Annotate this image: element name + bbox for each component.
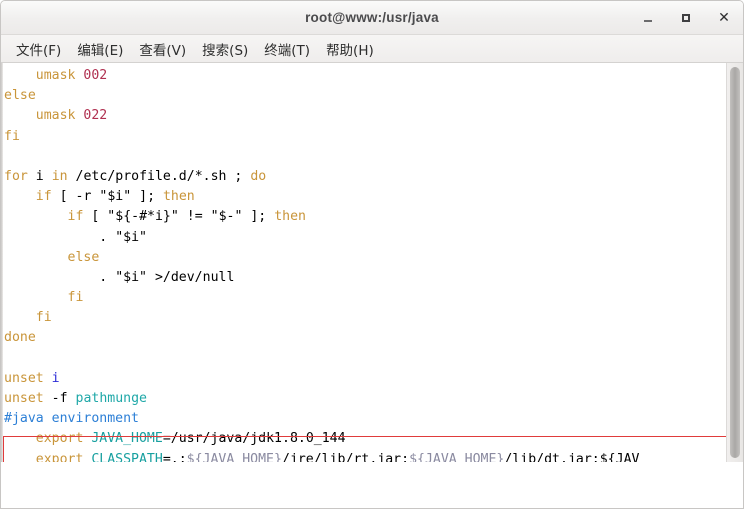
minimize-icon [644, 20, 652, 22]
menu-terminal[interactable]: 终端(T) [256, 37, 318, 61]
menu-bar: 文件(F) 编辑(E) 查看(V) 搜索(S) 终端(T) 帮助(H) [1, 35, 743, 63]
terminal-line: export CLASSPATH=.:${JAVA_HOME}/jre/lib/… [3, 450, 726, 462]
terminal-line: export JAVA_HOME=/usr/java/jdk1.8.0_144 [3, 429, 726, 449]
terminal-text-area[interactable]: umask 002else umask 022fi for i in /etc/… [3, 63, 726, 462]
terminal-scrollbar[interactable] [726, 63, 743, 462]
terminal-line: . "$i" >/dev/null [3, 268, 726, 288]
terminal-line: umask 002 [3, 66, 726, 86]
title-bar: root@www:/usr/java ✕ [1, 1, 743, 35]
menu-search[interactable]: 搜索(S) [194, 37, 256, 61]
terminal-line: if [ -r "$i" ]; then [3, 187, 726, 207]
menu-edit[interactable]: 编辑(E) [69, 37, 131, 61]
terminal-line: if [ "${-#*i}" != "$-" ]; then [3, 207, 726, 227]
terminal-window: root@www:/usr/java ✕ 文件(F) 编辑(E) 查看(V) 搜… [0, 0, 744, 509]
terminal-area[interactable]: umask 002else umask 022fi for i in /etc/… [1, 63, 743, 462]
terminal-line: else [3, 248, 726, 268]
terminal-line: done [3, 328, 726, 348]
terminal-line: unset -f pathmunge [3, 389, 726, 409]
terminal-line: #java environment [3, 409, 726, 429]
terminal-line: fi [3, 308, 726, 328]
status-bar: 进入 Ex 模式。输入 "visual" 回到正常模式。 : qw! [1, 462, 743, 508]
close-button[interactable]: ✕ [713, 7, 735, 29]
terminal-line: for i in /etc/profile.d/*.sh ; do [3, 167, 726, 187]
terminal-line: fi [3, 127, 726, 147]
terminal-line [3, 349, 726, 369]
terminal-line: unset i [3, 369, 726, 389]
window-controls: ✕ [637, 1, 735, 34]
terminal-line: umask 022 [3, 106, 726, 126]
maximize-button[interactable] [675, 7, 697, 29]
terminal-line: . "$i" [3, 228, 726, 248]
menu-view[interactable]: 查看(V) [131, 37, 194, 61]
terminal-line [3, 147, 726, 167]
close-icon: ✕ [718, 11, 730, 25]
terminal-line: else [3, 86, 726, 106]
scrollbar-thumb[interactable] [730, 67, 740, 458]
maximize-icon [682, 14, 690, 22]
minimize-button[interactable] [637, 7, 659, 29]
terminal-line: fi [3, 288, 726, 308]
terminal-lines: umask 002else umask 022fi for i in /etc/… [3, 66, 726, 462]
window-title: root@www:/usr/java [305, 10, 439, 25]
menu-file[interactable]: 文件(F) [8, 37, 69, 61]
menu-help[interactable]: 帮助(H) [318, 37, 382, 61]
